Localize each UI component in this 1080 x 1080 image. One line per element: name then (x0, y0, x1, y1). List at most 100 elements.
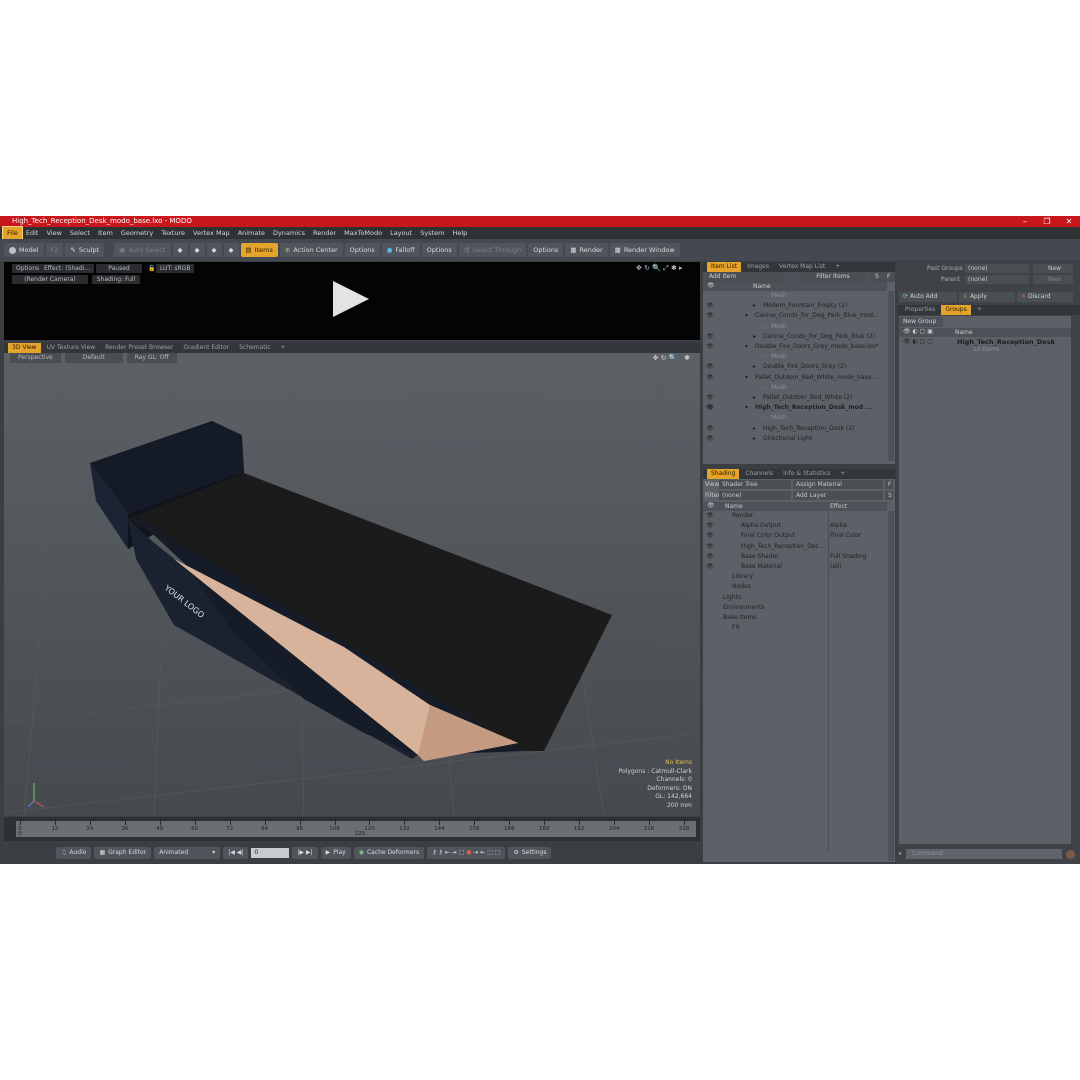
tab-schematic[interactable]: Schematic (235, 343, 274, 353)
item-s-button[interactable]: S (871, 272, 883, 282)
tab-shading[interactable]: Shading (707, 469, 740, 479)
group-visibility-icons[interactable]: 👁 ◐ ▢ ▢ (903, 338, 933, 345)
expand-arrow-icon[interactable]: – (761, 322, 764, 332)
close-button[interactable]: ✕ (1058, 216, 1080, 227)
shader-row[interactable]: 👁 High_Tech_Reception_Des ... (703, 542, 887, 552)
render-window-button[interactable]: ▦ Render Window (609, 243, 680, 257)
shading-scrollbar[interactable] (888, 511, 894, 861)
menu-layout[interactable]: Layout (386, 227, 416, 239)
viewport-nav-icons[interactable]: ✥ ↻ 🔍 ⤢ ✱ ▸ (632, 264, 687, 273)
shader-row[interactable]: 👁 Base Material (all) (703, 562, 887, 572)
tab-uv-texture-view[interactable]: UV Texture View (43, 343, 100, 353)
maximize-button[interactable]: ❐ (1036, 216, 1058, 227)
menu-system[interactable]: System (416, 227, 448, 239)
shader-row[interactable]: Lights (703, 593, 887, 603)
item-row[interactable]: 👁 ▾ High_Tech_Reception_Desk_mod ... (703, 403, 887, 413)
shader-row[interactable]: 👁 Final Color Output Final Color (703, 531, 887, 541)
new-group-list-button[interactable]: New Group (899, 317, 943, 327)
expand-arrow-icon[interactable]: ▸ (753, 393, 756, 403)
edge-mode-button[interactable]: ◆ (189, 243, 205, 257)
shading-dropdown[interactable]: Shading: Full (92, 275, 140, 284)
visibility-icon[interactable]: 👁 (703, 332, 717, 342)
paused-button[interactable]: Paused (96, 264, 142, 273)
apply-button[interactable]: ⇩ Apply (959, 292, 1015, 302)
menu-geometry[interactable]: Geometry (117, 227, 157, 239)
shader-effect[interactable]: Final Color (830, 531, 861, 541)
play-icon[interactable] (333, 281, 369, 317)
tab-info-statistics[interactable]: Info & Statistics (779, 469, 834, 479)
tab--[interactable]: + (831, 262, 844, 272)
menu-texture[interactable]: Texture (157, 227, 189, 239)
visibility-icon[interactable] (703, 291, 717, 301)
auto-add-button[interactable]: ⟳ Auto Add (899, 292, 957, 302)
menu-vertex-map[interactable]: Vertex Map (189, 227, 234, 239)
visibility-icon[interactable]: 👁 (703, 301, 717, 311)
shader-effect[interactable]: (all) (830, 562, 842, 572)
menu-maxtomodo[interactable]: MaxToModo (340, 227, 386, 239)
render-button[interactable]: ▦ Render (565, 243, 608, 257)
view-dropdown[interactable]: Shader Tree (719, 480, 791, 489)
item-row[interactable]: 👁 ▾ Pallet_Outdoor_Bed_White_modo_base.... (703, 373, 887, 383)
first-frame-button[interactable]: |◀ ◀| (223, 847, 249, 859)
item-row[interactable]: 👁 ▸ Double_Fire_Doors_Grey (2) (703, 362, 887, 372)
settings-button[interactable]: ⚙ Settings (508, 847, 552, 859)
cache-deformers-button[interactable]: ◉ Cache Deformers (353, 847, 425, 859)
shader-effect[interactable]: Alpha (830, 521, 847, 531)
polygon-mode-button[interactable]: ◆ (206, 243, 222, 257)
model-mode-button[interactable]: Model (4, 243, 44, 257)
falloff-button[interactable]: ● Falloff (381, 243, 420, 257)
expand-arrow-icon[interactable]: – (761, 383, 764, 393)
add-item-dropdown[interactable]: Add Item (705, 272, 785, 282)
menu-dynamics[interactable]: Dynamics (269, 227, 309, 239)
tab-item-list[interactable]: Item List (707, 262, 742, 272)
menu-file[interactable]: File (2, 226, 23, 240)
item-row[interactable]: 👁 ▸ Canine_Condo_for_Dog_Park_Blue (2) (703, 332, 887, 342)
tab-channels[interactable]: Channels (741, 469, 777, 479)
options-button-2[interactable]: Options (421, 243, 457, 257)
visibility-icon[interactable]: 👁 (703, 531, 717, 541)
tab--[interactable]: + (836, 469, 849, 479)
select-through-button[interactable]: ⇶ Select Through (458, 243, 527, 257)
shader-row[interactable]: Bake Items (703, 613, 887, 623)
menu-render[interactable]: Render (309, 227, 340, 239)
group-row[interactable]: 👁 ◐ ▢ ▢ High_Tech_Reception_Desk 10 Item… (899, 338, 1071, 358)
visibility-icon[interactable] (703, 322, 717, 332)
options-button-1[interactable]: Options (344, 243, 380, 257)
visibility-icon[interactable]: 👁 (703, 362, 717, 372)
tab-gradient-editor[interactable]: Gradient Editor (179, 343, 233, 353)
tab-render-preset-browser[interactable]: Render Preset Browser (101, 343, 177, 353)
frame-input[interactable]: 0 (251, 848, 290, 858)
style-dropdown[interactable]: Default (64, 353, 123, 363)
expand-arrow-icon[interactable]: – (761, 413, 764, 423)
filter-dropdown[interactable]: (none) (719, 491, 791, 500)
expand-arrow-icon[interactable]: ▸ (753, 301, 756, 311)
assign-material-button[interactable]: Assign Material (793, 480, 883, 489)
lut-dropdown[interactable]: LUT: sRGB (156, 264, 195, 273)
tab-groups[interactable]: Groups (941, 305, 971, 315)
shader-row[interactable]: 👁 Render (703, 511, 887, 521)
material-mode-button[interactable]: ◆ (223, 243, 239, 257)
visibility-icon[interactable]: 👁 (703, 342, 717, 352)
visibility-icon[interactable]: 👁 (703, 434, 717, 444)
item-row[interactable]: – Mesh (703, 413, 887, 423)
timeline[interactable]: 0 12 24 36 48 60 72 84 96 108 120 132 144 156 168 180 19… (4, 817, 700, 841)
item-f-button[interactable]: F (883, 272, 895, 282)
shader-row[interactable]: Library (703, 572, 887, 582)
item-row[interactable]: – Mesh (703, 352, 887, 362)
menu-help[interactable]: Help (448, 227, 471, 239)
shader-row[interactable]: Nodes (703, 582, 887, 592)
visibility-icon[interactable]: 👁 (703, 511, 717, 521)
menu-edit[interactable]: Edit (22, 227, 43, 239)
expand-arrow-icon[interactable]: ▾ (745, 403, 748, 413)
visibility-icon[interactable] (703, 352, 717, 362)
tab-3d-view[interactable]: 3D View (8, 343, 41, 353)
options-button-3[interactable]: Options (528, 243, 564, 257)
shading-f-button[interactable]: F (885, 480, 893, 489)
play-button[interactable]: ▶ Play (320, 847, 351, 859)
item-row[interactable]: – Mesh (703, 322, 887, 332)
visibility-icon[interactable]: 👁 (703, 542, 717, 552)
visibility-icon[interactable]: 👁 (703, 424, 717, 434)
expand-arrow-icon[interactable]: ▸ (753, 332, 756, 342)
item-row[interactable]: 👁 ▸ Modern_Fountain_Empty (2) (703, 301, 887, 311)
sculpt-button[interactable]: ✎ Sculpt (65, 243, 105, 257)
